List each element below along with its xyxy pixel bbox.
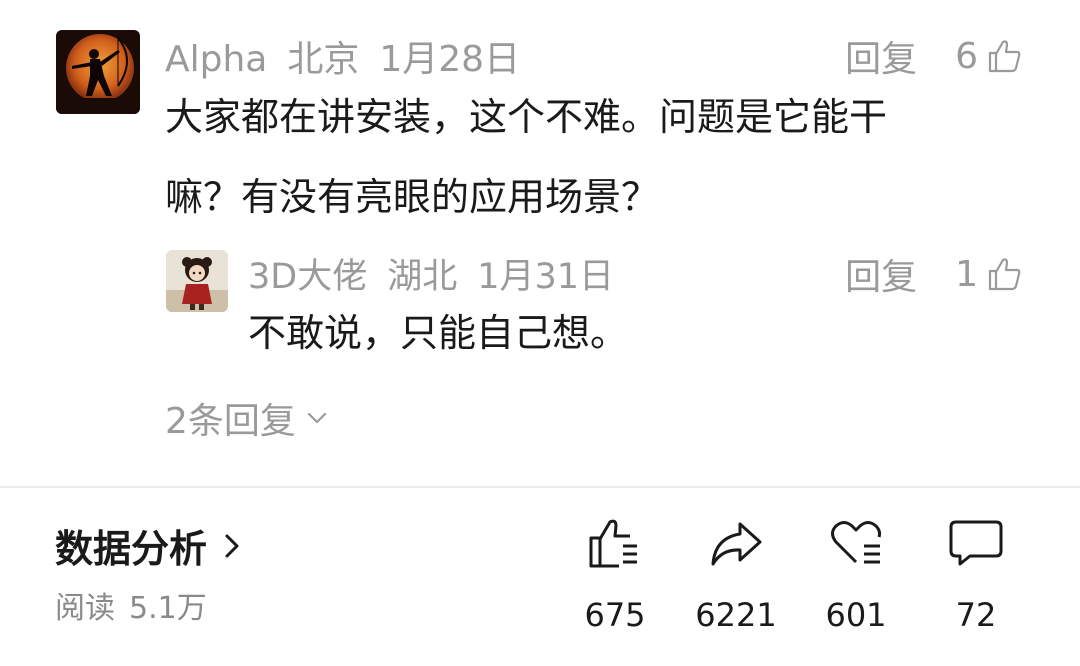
comment-date: 1月28日 bbox=[379, 39, 521, 80]
share-arrow-icon bbox=[711, 522, 762, 566]
reply-text: 不敢说，只能自己想。 bbox=[248, 293, 1028, 373]
data-analysis-link[interactable]: 数据分析 bbox=[55, 518, 245, 573]
favorite-stat-button[interactable]: 601 bbox=[796, 514, 916, 634]
like-count: 6 bbox=[955, 35, 978, 77]
thumbs-up-icon bbox=[589, 519, 637, 568]
like-stat-button[interactable]: 675 bbox=[555, 514, 675, 634]
reply-meta: 3D大佬 湖北 1月31日 bbox=[248, 248, 614, 299]
expand-replies-label: 2条回复 bbox=[165, 401, 296, 442]
section-title: 数据分析 bbox=[55, 527, 208, 571]
read-count: 阅读 5.1万 bbox=[55, 583, 207, 627]
like-count: 675 bbox=[584, 596, 646, 634]
chevron-right-icon bbox=[225, 534, 239, 557]
reply-text-line: 不敢说，只能自己想。 bbox=[248, 311, 629, 355]
like-count: 1 bbox=[955, 253, 978, 295]
comment-count: 72 bbox=[955, 596, 997, 634]
comment-stat-button[interactable]: 72 bbox=[916, 514, 1036, 634]
comment-actions: 回复 6 bbox=[845, 30, 1024, 82]
comment-item: Alpha 北京 1月28日 回复 6 大家都在讲安装，这个不难。问题是它能干 … bbox=[0, 0, 1080, 230]
thumbs-up-icon bbox=[988, 40, 1021, 73]
read-value: 5.1万 bbox=[129, 591, 207, 626]
comment-bubble-icon bbox=[949, 520, 1003, 566]
cartoon-figure-avatar-icon bbox=[166, 250, 228, 312]
article-footer: 数据分析 阅读 5.1万 675 6221 601 72 bbox=[0, 488, 1080, 666]
like-button[interactable]: 1 bbox=[955, 254, 1024, 295]
expand-replies-button[interactable]: 2条回复 bbox=[165, 392, 330, 444]
reply-button[interactable]: 回复 bbox=[845, 30, 917, 82]
like-button[interactable]: 6 bbox=[955, 36, 1024, 77]
comment-text-line: 大家都在讲安装，这个不难。问题是它能干 bbox=[165, 95, 888, 139]
comment-text: 大家都在讲安装，这个不难。问题是它能干 嘛？有没有亮眼的应用场景？ bbox=[165, 77, 985, 237]
author-name[interactable]: Alpha bbox=[165, 39, 267, 80]
favorite-count: 601 bbox=[825, 596, 887, 634]
avatar[interactable] bbox=[166, 250, 228, 312]
reply-item: 3D大佬 湖北 1月31日 回复 1 不敢说，只能自己想。 bbox=[0, 240, 1080, 370]
share-stat-button[interactable]: 6221 bbox=[676, 514, 796, 634]
avatar[interactable] bbox=[56, 30, 140, 114]
read-label: 阅读 bbox=[55, 591, 115, 626]
comment-meta: Alpha 北京 1月28日 bbox=[165, 30, 520, 82]
comment-text-line: 嘛？有没有亮眼的应用场景？ bbox=[165, 175, 660, 219]
share-count: 6221 bbox=[695, 596, 777, 634]
author-location: 湖北 bbox=[387, 257, 458, 297]
author-name[interactable]: 3D大佬 bbox=[248, 248, 367, 299]
thumbs-up-icon bbox=[988, 258, 1021, 291]
archer-silhouette-avatar-icon bbox=[56, 30, 140, 114]
author-location: 北京 bbox=[287, 39, 360, 80]
chevron-down-icon bbox=[307, 412, 327, 424]
comment-date: 1月31日 bbox=[477, 257, 615, 297]
heart-icon bbox=[831, 521, 882, 564]
